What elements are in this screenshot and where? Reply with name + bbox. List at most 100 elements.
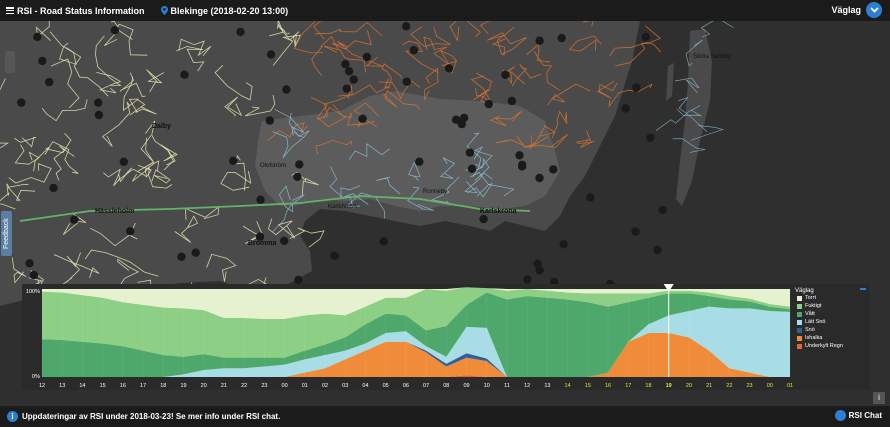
station-marker[interactable] <box>444 64 454 73</box>
station-marker[interactable] <box>415 157 424 166</box>
legend-item[interactable]: Underkylt Regn <box>797 342 870 350</box>
station-marker[interactable] <box>282 85 291 94</box>
station-marker[interactable] <box>29 270 39 280</box>
x-tick-label: 17 <box>140 383 146 389</box>
station-marker[interactable] <box>358 114 367 123</box>
legend-swatch <box>797 327 802 333</box>
place-label-bromma: Bromma <box>248 240 277 247</box>
station-marker[interactable] <box>557 33 566 43</box>
station-marker[interactable] <box>402 22 411 31</box>
station-marker[interactable] <box>465 148 475 157</box>
station-marker[interactable] <box>94 98 103 107</box>
legend-item[interactable]: Vått <box>797 310 870 318</box>
chevron-down-icon <box>866 2 882 18</box>
station-marker[interactable] <box>94 110 104 120</box>
station-marker[interactable] <box>294 275 303 285</box>
x-tick-label: 19 <box>666 383 672 389</box>
station-marker[interactable] <box>457 119 466 129</box>
station-marker[interactable] <box>559 240 568 249</box>
x-tick-label: 01 <box>302 383 308 389</box>
station-marker[interactable] <box>266 50 276 59</box>
legend-label: Lätt Snö <box>805 319 826 325</box>
station-marker[interactable] <box>515 151 524 160</box>
legend-item[interactable]: Ishalka <box>797 334 870 342</box>
station-marker[interactable] <box>479 214 488 224</box>
chat-button[interactable]: RSI Chat <box>834 410 882 421</box>
station-marker[interactable] <box>191 248 200 257</box>
station-marker[interactable] <box>180 70 189 79</box>
x-tick-label: 16 <box>605 383 611 389</box>
legend-collapse-button[interactable] <box>860 288 866 290</box>
station-marker[interactable] <box>523 275 532 284</box>
station-marker[interactable] <box>535 173 544 183</box>
legend-item[interactable]: Lätt Snö <box>797 318 870 326</box>
station-marker[interactable] <box>17 98 26 107</box>
zoom-control[interactable] <box>5 51 15 73</box>
station-marker[interactable] <box>25 259 34 268</box>
station-marker[interactable] <box>110 26 120 35</box>
station-marker[interactable] <box>632 83 641 92</box>
station-marker[interactable] <box>126 227 135 236</box>
station-marker[interactable] <box>586 193 595 202</box>
x-tick-label: 12 <box>39 383 45 389</box>
station-marker[interactable] <box>507 96 516 106</box>
feedback-tab[interactable]: Feedback <box>1 211 12 256</box>
station-marker[interactable] <box>501 70 510 79</box>
station-marker[interactable] <box>265 116 274 125</box>
station-marker[interactable] <box>549 165 558 174</box>
station-marker[interactable] <box>517 162 527 171</box>
legend-item[interactable]: Torrt <box>797 294 870 302</box>
station-marker[interactable] <box>177 252 186 261</box>
station-marker[interactable] <box>33 32 42 42</box>
station-marker[interactable] <box>293 172 302 181</box>
station-marker[interactable] <box>653 245 662 254</box>
x-tick-label: 22 <box>241 383 247 389</box>
road-condition-chart[interactable]: 12 13 14 15 16 17 18 19 20 21 22 23 00 01 02 03 04 05 06 07… <box>22 284 870 390</box>
location-selector[interactable]: Blekinge (2018-02-20 13:00) <box>160 6 288 16</box>
x-tick-label: 23 <box>261 383 267 389</box>
legend-item[interactable]: Fuktigt <box>797 302 870 310</box>
station-marker[interactable] <box>535 36 544 45</box>
station-marker[interactable] <box>658 205 667 215</box>
station-marker[interactable] <box>402 77 411 86</box>
station-marker[interactable] <box>45 77 54 87</box>
x-tick-label: 14 <box>79 383 85 389</box>
legend-items: Torrt Fuktigt Vått Lätt Snö Snö Ishalka Underk… <box>793 294 870 350</box>
station-marker[interactable] <box>280 236 289 245</box>
x-tick-label: 20 <box>201 383 207 389</box>
chat-icon <box>834 410 846 421</box>
station-marker[interactable] <box>344 67 354 76</box>
station-marker[interactable] <box>621 104 630 113</box>
menu-button[interactable]: RSI - Road Status Information <box>0 6 145 16</box>
station-marker[interactable] <box>341 59 350 69</box>
station-marker[interactable] <box>49 183 58 193</box>
station-marker[interactable] <box>229 156 238 165</box>
x-tick-label: 02 <box>322 383 328 389</box>
station-marker[interactable] <box>379 237 388 246</box>
station-marker[interactable] <box>330 251 339 260</box>
place-label-ronneby: Ronneby <box>423 189 447 195</box>
station-marker[interactable] <box>342 84 351 93</box>
layer-selector[interactable]: Väglag <box>831 2 882 18</box>
station-marker[interactable] <box>256 195 265 204</box>
legend-item[interactable]: Snö <box>797 326 870 334</box>
station-marker[interactable] <box>349 75 358 84</box>
info-button[interactable]: i <box>873 392 885 404</box>
x-tick-label: 18 <box>645 383 651 389</box>
station-marker[interactable] <box>646 133 655 142</box>
station-marker[interactable] <box>484 99 493 109</box>
station-marker[interactable] <box>70 215 79 224</box>
station-marker[interactable] <box>119 157 128 166</box>
station-marker[interactable] <box>535 266 544 275</box>
station-marker[interactable] <box>409 46 418 55</box>
station-marker[interactable] <box>295 160 304 169</box>
station-marker[interactable] <box>641 32 650 42</box>
x-tick-label: 21 <box>221 383 227 389</box>
station-marker[interactable] <box>236 27 245 37</box>
y-tick-label: 100% <box>26 289 40 295</box>
station-marker[interactable] <box>467 164 477 173</box>
legend-label: Ishalka <box>805 335 823 341</box>
station-marker[interactable] <box>38 56 47 66</box>
station-marker[interactable] <box>362 52 372 62</box>
station-marker[interactable] <box>631 227 640 236</box>
